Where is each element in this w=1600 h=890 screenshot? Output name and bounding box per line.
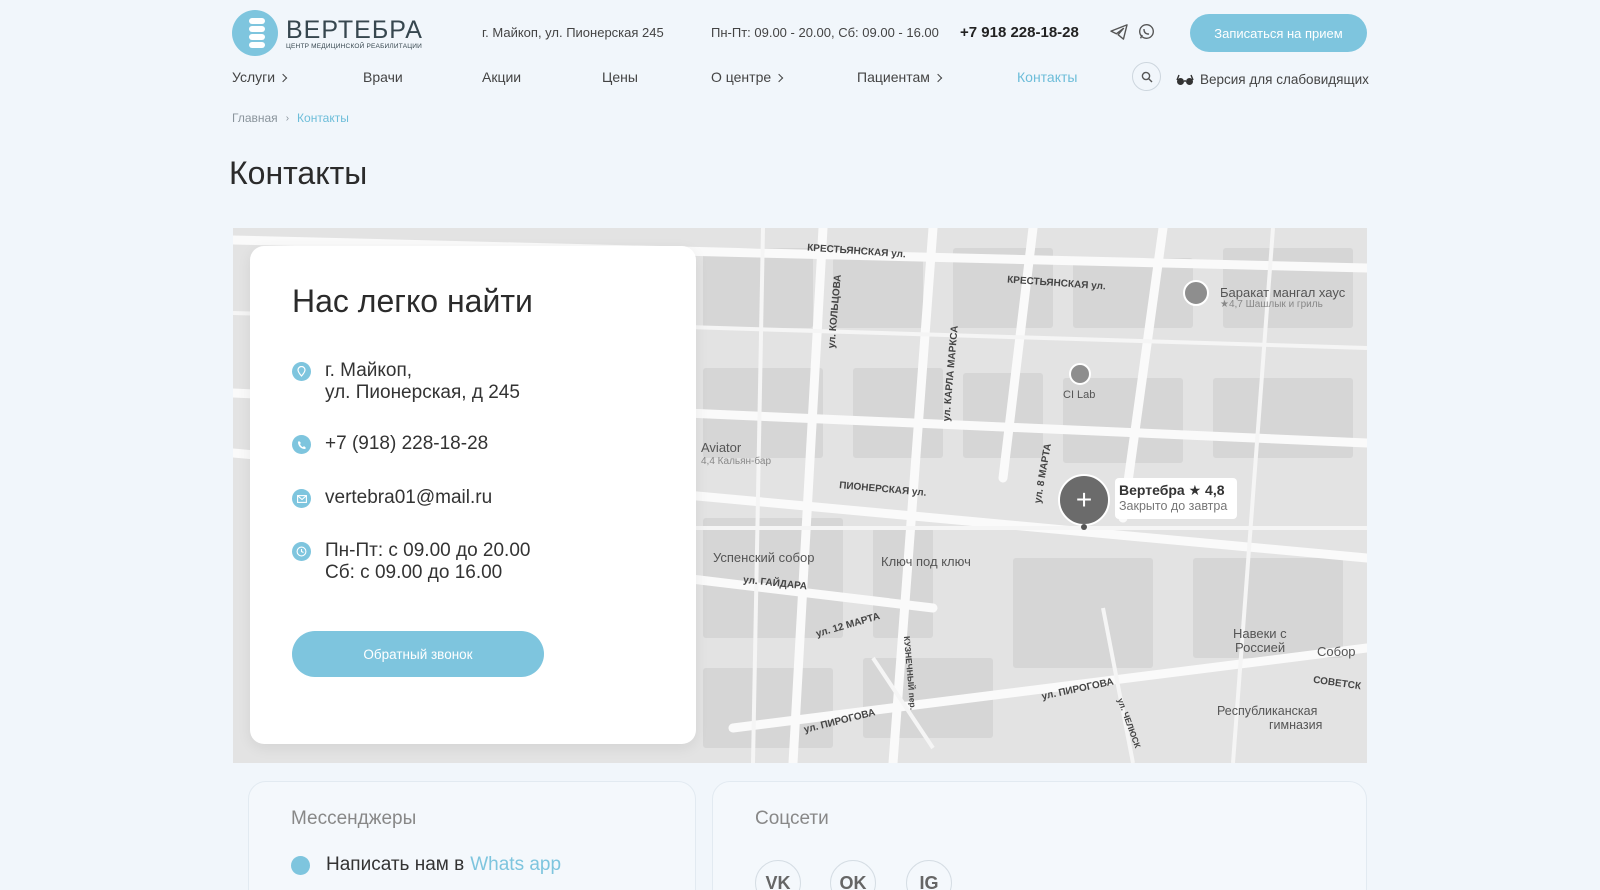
chevron-right-icon [933,73,943,83]
whatsapp-contact: Написать нам в Whats app [291,854,561,876]
map-poi-label: Собор [1317,644,1356,659]
map-poi-marker[interactable] [1183,280,1209,306]
map-poi-label: гимназия [1269,718,1323,732]
nav-promos[interactable]: Акции [482,69,521,85]
telegram-icon[interactable] [1110,24,1128,40]
contact-card: Нас легко найти г. Майкоп, ул. Пионерская… [250,246,696,744]
chevron-right-icon [774,73,784,83]
messengers-box: Мессенджеры Написать нам в Whats app [248,781,696,890]
contact-address: г. Майкоп, ул. Пионерская, д 245 [292,360,520,404]
map-poi-marker[interactable] [1069,363,1091,385]
map-poi-label: CI Lab [1063,389,1096,401]
breadcrumb: Главная › Контакты [232,111,349,125]
nav-patients[interactable]: Пациентам [857,69,943,85]
callback-button[interactable]: Обратный звонок [292,631,544,677]
chevron-right-icon: › [285,112,290,124]
header-hours: Пн-Пт: 09.00 - 20.00, Сб: 09.00 - 16.00 [711,25,939,40]
map-place-name: Вертебра ★ 4,8 [1119,482,1225,498]
map-poi-label: Баракат мангал хаус [1220,285,1346,300]
mail-icon [292,489,311,508]
whatsapp-link[interactable]: Whats app [470,854,561,876]
contact-email[interactable]: vertebra01@mail.ru [292,487,492,509]
map-poi-label: Россией [1235,640,1286,655]
logo-subtitle: ЦЕНТР МЕДИЦИНСКОЙ РЕАБИЛИТАЦИИ [286,42,423,50]
logo-icon [232,10,278,56]
map-poi-label: 4,4 Кальян-бар [701,456,771,467]
messengers-title: Мессенджеры [291,808,417,829]
page: ВЕРТЕБРА ЦЕНТР МЕДИЦИНСКОЙ РЕАБИЛИТАЦИИ … [0,0,1600,890]
logo[interactable]: ВЕРТЕБРА ЦЕНТР МЕДИЦИНСКОЙ РЕАБИЛИТАЦИИ [232,10,423,56]
whatsapp-icon [291,855,310,875]
contact-hours: Пн-Пт: с 09.00 до 20.00 Сб: с 09.00 до 16… [292,540,530,584]
socials-box: Соцсети VK OK IG [712,781,1367,890]
header-address: г. Майкоп, ул. Пионерская 245 [482,25,664,40]
map-poi-label: Успенский собор [713,550,815,565]
map-pin-dot [1081,524,1087,530]
breadcrumb-current: Контакты [297,111,349,125]
clinic-map-pin[interactable]: + [1058,474,1110,526]
odnoklassniki-icon[interactable]: OK [830,860,876,890]
nav-contacts[interactable]: Контакты [1017,69,1077,85]
phone-icon [292,435,311,454]
nav-prices[interactable]: Цены [602,69,638,85]
map-poi-label: Aviator [701,440,742,455]
nav-doctors[interactable]: Врачи [363,69,403,85]
page-title: Контакты [229,155,368,191]
map-place-card[interactable]: Вертебра ★ 4,8 Закрыто до завтра [1115,478,1238,519]
location-pin-icon [292,362,311,381]
glasses-icon [1176,74,1194,85]
search-button[interactable] [1132,62,1161,91]
search-icon [1141,71,1152,82]
chevron-right-icon [278,73,288,83]
nav-services[interactable]: Услуги [232,69,288,85]
contact-card-title: Нас легко найти [292,283,533,319]
map-poi-label: Республиканская [1217,704,1318,718]
header-phone[interactable]: +7 918 228-18-28 [960,24,1079,41]
book-appointment-button[interactable]: Записаться на прием [1190,14,1367,52]
vk-icon[interactable]: VK [755,860,801,890]
map-poi-label: Навеки с [1233,626,1287,641]
breadcrumb-home[interactable]: Главная [232,111,278,125]
map-place-status: Закрыто до завтра [1119,499,1228,513]
map-poi-label: Ключ под ключ [881,554,971,569]
nav-about[interactable]: О центре [711,69,784,85]
instagram-icon[interactable]: IG [906,860,952,890]
map-poi-label: ★4,7 Шашлык и гриль [1220,299,1323,310]
contact-phone[interactable]: +7 (918) 228-18-28 [292,433,488,455]
clock-icon [292,542,311,561]
logo-title: ВЕРТЕБРА [286,15,423,44]
socials-title: Соцсети [755,808,829,829]
whatsapp-icon[interactable] [1138,23,1155,40]
visually-impaired-link[interactable]: Версия для слабовидящих [1176,72,1369,87]
